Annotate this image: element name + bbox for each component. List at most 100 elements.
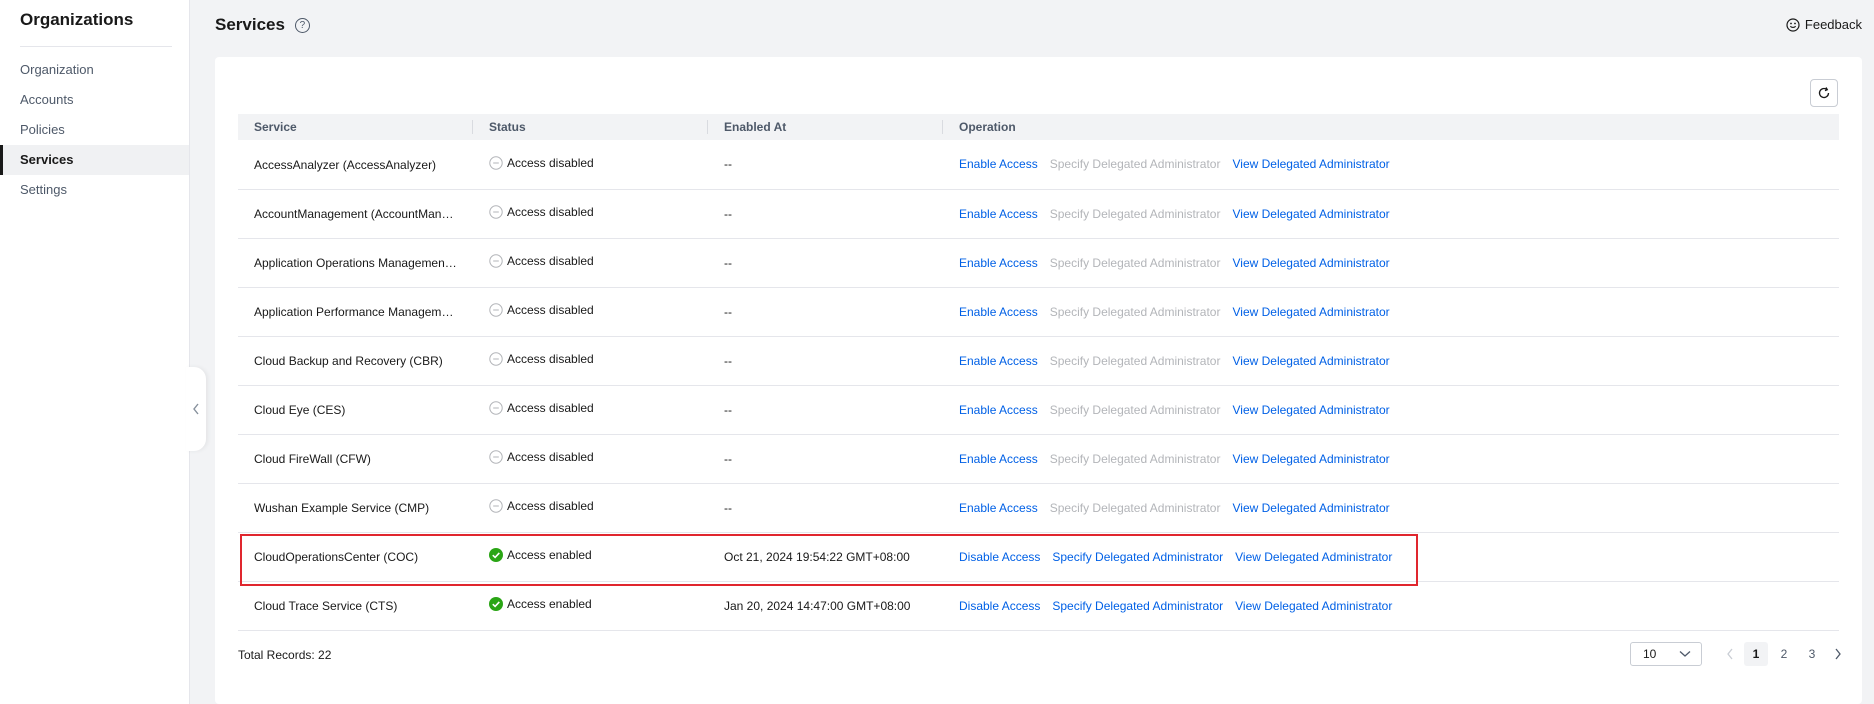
page-title: Services (215, 15, 285, 34)
column-header-status: Status (473, 114, 708, 140)
service-name: CloudOperationsCenter (COC) (254, 549, 419, 564)
service-name: AccessAnalyzer (AccessAnalyzer) (254, 157, 437, 172)
question-icon[interactable]: ? (294, 17, 310, 33)
table-row: AccessAnalyzer (AccessAnalyzer) Access di… (238, 140, 1839, 189)
minus-circle-icon (489, 254, 503, 268)
status-text: Access enabled (507, 548, 592, 562)
page-1-button[interactable]: 1 (1744, 642, 1768, 666)
enable-access-link[interactable]: Enable Access (959, 305, 1038, 319)
specify-delegated-admin-link: Specify Delegated Administrator (1049, 304, 1221, 319)
status-badge: Access disabled (489, 352, 594, 366)
enable-access-link[interactable]: Enable Access (959, 256, 1038, 270)
specify-delegated-admin-link: Specify Delegated Administrator (1049, 206, 1221, 221)
cell-status: Access disabled (473, 287, 708, 336)
cell-status: Access enabled (473, 532, 708, 581)
next-page-button[interactable] (1826, 642, 1850, 666)
sidebar-item-accounts[interactable]: Accounts (0, 85, 189, 115)
status-text: Access disabled (507, 401, 594, 415)
cell-enabled-at: -- (724, 353, 732, 368)
smile-icon (1786, 17, 1800, 32)
table-row: Wushan Example Service (CMP) Access disab… (238, 483, 1839, 532)
services-table: Service Status Enabled At Operation Acce… (238, 114, 1839, 631)
status-text: Access disabled (507, 499, 594, 513)
cell-operation: Enable Access Specify Delegated Administr… (943, 385, 1839, 434)
sidebar-divider (20, 46, 172, 47)
cell-service: AccessAnalyzer (AccessAnalyzer) (238, 140, 473, 189)
cell-status: Access disabled (473, 189, 708, 238)
cell-enabled-at: -- (724, 255, 732, 270)
cell-operation: Enable Access Specify Delegated Administr… (943, 287, 1839, 336)
enable-access-link[interactable]: Enable Access (959, 207, 1038, 221)
chevron-down-icon (1679, 651, 1691, 657)
specify-delegated-admin-link: Specify Delegated Administrator (1049, 353, 1221, 368)
disable-access-link[interactable]: Disable Access (959, 550, 1040, 564)
status-text: Access disabled (507, 155, 594, 170)
minus-circle-icon (489, 401, 503, 415)
view-delegated-admin-link[interactable]: View Delegated Administrator (1232, 452, 1389, 466)
page-size-select[interactable]: 10 (1630, 642, 1702, 666)
status-badge: Access disabled (489, 303, 594, 317)
chevron-left-icon (1727, 648, 1733, 660)
service-name: Application Operations Management (AOM) (254, 255, 459, 270)
specify-delegated-admin-link[interactable]: Specify Delegated Administrator (1052, 599, 1223, 613)
view-delegated-admin-link[interactable]: View Delegated Administrator (1232, 157, 1389, 171)
column-header-service: Service (238, 114, 473, 140)
refresh-button[interactable] (1810, 79, 1838, 107)
enable-access-link[interactable]: Enable Access (959, 354, 1038, 368)
sidebar-item-settings[interactable]: Settings (0, 175, 189, 205)
sidebar-item-organization[interactable]: Organization (0, 55, 189, 85)
cell-operation: Enable Access Specify Delegated Administr… (943, 189, 1839, 238)
cell-service: Application Performance Management (APM) (238, 287, 473, 336)
minus-circle-icon (489, 303, 503, 317)
status-badge: Access disabled (489, 156, 594, 170)
cell-service: Cloud Eye (CES) (238, 385, 473, 434)
table-row: Application Operations Management (AOM) A… (238, 238, 1839, 287)
status-badge: Access enabled (489, 597, 592, 611)
page-2-button[interactable]: 2 (1772, 642, 1796, 666)
status-text: Access disabled (507, 352, 594, 366)
cell-operation: Enable Access Specify Delegated Administr… (943, 483, 1839, 532)
sidebar-collapse-button[interactable] (186, 367, 206, 451)
table-row: CloudOperationsCenter (COC) Access enable… (238, 532, 1839, 581)
view-delegated-admin-link[interactable]: View Delegated Administrator (1232, 403, 1389, 417)
disable-access-link[interactable]: Disable Access (959, 599, 1040, 613)
table-row: Cloud FireWall (CFW) Access disabled -- Ena… (238, 434, 1839, 483)
specify-delegated-admin-link: Specify Delegated Administrator (1049, 255, 1221, 270)
sidebar-item-policies[interactable]: Policies (0, 115, 189, 145)
specify-delegated-admin-link[interactable]: Specify Delegated Administrator (1052, 550, 1223, 564)
view-delegated-admin-link[interactable]: View Delegated Administrator (1232, 256, 1389, 270)
feedback-button[interactable]: Feedback (1786, 17, 1862, 32)
page-3-button[interactable]: 3 (1800, 642, 1824, 666)
prev-page-button[interactable] (1718, 642, 1742, 666)
cell-service: Cloud Trace Service (CTS) (238, 581, 473, 630)
view-delegated-admin-link[interactable]: View Delegated Administrator (1235, 550, 1392, 564)
enable-access-link[interactable]: Enable Access (959, 403, 1038, 417)
app-root: Organizations Organization Accounts Poli… (0, 0, 1874, 704)
cell-status: Access disabled (473, 385, 708, 434)
sidebar-item-services[interactable]: Services (0, 145, 189, 175)
cell-operation: Enable Access Specify Delegated Administr… (943, 140, 1839, 189)
minus-circle-icon (489, 499, 503, 513)
view-delegated-admin-link[interactable]: View Delegated Administrator (1232, 354, 1389, 368)
chevron-left-icon (193, 403, 199, 415)
status-text: Access disabled (507, 303, 594, 317)
table-header-row: Service Status Enabled At Operation (238, 114, 1839, 140)
view-delegated-admin-link[interactable]: View Delegated Administrator (1235, 599, 1392, 613)
status-text: Access disabled (507, 450, 594, 464)
status-badge: Access disabled (489, 401, 594, 415)
enable-access-link[interactable]: Enable Access (959, 452, 1038, 466)
status-text: Access enabled (507, 597, 592, 611)
cell-service: Cloud FireWall (CFW) (238, 434, 473, 483)
cell-status: Access disabled (473, 336, 708, 385)
total-records: Total Records: 22 (238, 648, 332, 662)
view-delegated-admin-link[interactable]: View Delegated Administrator (1232, 501, 1389, 515)
view-delegated-admin-link[interactable]: View Delegated Administrator (1232, 207, 1389, 221)
table-row: AccountManagement (AccountManagement) Acc… (238, 189, 1839, 238)
table-row: Cloud Trace Service (CTS) Access enabled J… (238, 581, 1839, 630)
cell-service: Cloud Backup and Recovery (CBR) (238, 336, 473, 385)
enable-access-link[interactable]: Enable Access (959, 501, 1038, 515)
view-delegated-admin-link[interactable]: View Delegated Administrator (1232, 305, 1389, 319)
services-card: Service Status Enabled At Operation Acce… (215, 57, 1862, 704)
page-title-wrap: Services ? (215, 15, 310, 35)
enable-access-link[interactable]: Enable Access (959, 157, 1038, 171)
